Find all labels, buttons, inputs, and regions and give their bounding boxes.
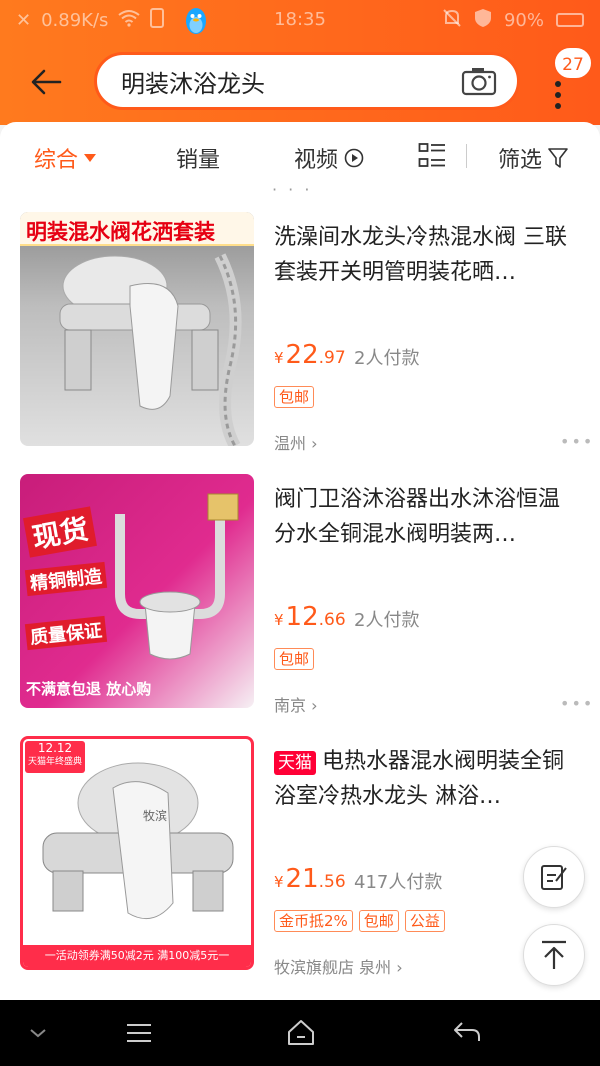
product-title: 洗澡间水龙头冷热混水阀 三联套装开关明管明装花晒… <box>274 225 567 285</box>
tag-coin-discount: 金币抵2% <box>274 910 353 932</box>
tab-divider <box>466 144 467 168</box>
chevron-right-icon: › <box>311 696 318 715</box>
location-text: 南京 <box>274 696 307 715</box>
item-more-icon[interactable]: ••• <box>560 694 594 713</box>
product-image: 明装混水阀花洒套装 <box>20 212 254 446</box>
edit-note-icon <box>541 865 567 890</box>
tag-free-shipping: 包邮 <box>274 648 315 670</box>
feedback-button[interactable] <box>523 846 585 908</box>
tag-charity: 公益 <box>404 910 445 932</box>
search-header: 明装沐浴龙头 27 <box>0 44 600 124</box>
valve-illustration <box>115 493 239 660</box>
location-text: 温州 <box>274 434 307 453</box>
tab-filter-label: 筛选 <box>498 148 543 173</box>
location-link[interactable]: 温州 › <box>274 430 318 454</box>
product-image: 12.12 天猫年终盛典 牧滨 一活动领券满50减2元 满100减5元一 <box>20 736 254 970</box>
sort-tabs: 综合 销量 视频 筛选 · · · <box>0 122 600 199</box>
chevron-right-icon: › <box>311 434 318 453</box>
chevron-right-icon: › <box>396 958 403 977</box>
status-bar: ✕ 0.89K/s 18:35 90% <box>0 0 600 40</box>
chevron-down-icon[interactable] <box>28 1026 48 1040</box>
tag-list: 金币抵2% 包邮 公益 <box>274 910 445 932</box>
price-integer: 21 <box>285 864 319 894</box>
menu-icon[interactable] <box>126 1022 152 1044</box>
price-symbol: ¥ <box>274 873 284 891</box>
image-caption-copper: 精铜制造 <box>24 561 108 597</box>
tab-sales[interactable]: 销量 <box>176 142 220 174</box>
tab-video-label: 视频 <box>294 148 339 173</box>
tab-video[interactable]: 视频 <box>294 142 364 174</box>
home-icon[interactable] <box>286 1018 316 1046</box>
play-circle-icon <box>344 148 364 168</box>
top-bar: ✕ 0.89K/s 18:35 90% 明装沐浴龙头 27 <box>0 0 600 125</box>
price-decimal: .56 <box>318 872 346 892</box>
tab-sales-label: 销量 <box>176 148 221 173</box>
image-caption: 明装混水阀花洒套装 <box>26 220 215 244</box>
product-item[interactable]: 12.12 天猫年终盛典 牧滨 一活动领券满50减2元 满100减5元一 天猫电… <box>0 736 600 977</box>
image-caption-stock: 现货 <box>23 506 97 558</box>
item-more-icon[interactable]: ••• <box>560 432 594 451</box>
product-title: 天猫 电热水器混水阀明装全铜浴室冷热水龙头 淋浴… <box>274 744 574 816</box>
product-item[interactable]: 现货 精铜制造 质量保证 不满意包退 放心购 阀门卫浴沐浴器出水沐浴恒温分水全铜… <box>0 474 600 715</box>
store-location-text: 牧滨旗舰店 泉州 <box>274 958 392 977</box>
search-query: 明装沐浴龙头 <box>121 69 265 98</box>
tab-all[interactable]: 综合 <box>34 142 97 174</box>
back-to-top-button[interactable] <box>523 924 585 986</box>
tag-free-shipping: 包邮 <box>358 910 399 932</box>
price-decimal: .97 <box>318 348 346 368</box>
tag-list: 包邮 <box>274 386 315 408</box>
location-link[interactable]: 南京 › <box>274 692 318 716</box>
results-panel: 综合 销量 视频 筛选 · · · 明装混水阀花洒套装 洗澡间水龙头冷热混水阀 … <box>0 122 600 1000</box>
product-price: ¥ 21 .56 <box>274 864 346 894</box>
image-caption-quality: 质量保证 <box>24 615 108 651</box>
sales-count: 417人付款 <box>354 872 443 893</box>
mixing-valve-illustration <box>42 762 234 920</box>
product-price: ¥ 12 .66 <box>274 602 346 632</box>
price-integer: 12 <box>285 602 319 632</box>
filter-icon <box>548 148 568 168</box>
brand-mark: 牧滨 <box>143 809 168 823</box>
sales-count: 2人付款 <box>354 610 420 631</box>
price-decimal: .66 <box>318 610 346 630</box>
price-symbol: ¥ <box>274 349 284 367</box>
promo-footer: 一活动领券满50减2元 满100减5元一 <box>23 945 251 967</box>
tmall-badge: 天猫 <box>274 751 316 775</box>
sales-count: 2人付款 <box>354 348 420 369</box>
caret-down-icon <box>84 154 97 162</box>
clock: 18:35 <box>274 9 326 30</box>
product-item[interactable]: 明装混水阀花洒套装 洗澡间水龙头冷热混水阀 三联套装开关明管明装花晒… ¥ 22… <box>0 212 600 453</box>
image-caption-return: 不满意包退 放心购 <box>26 680 152 698</box>
camera-icon[interactable] <box>461 66 497 96</box>
price-symbol: ¥ <box>274 611 284 629</box>
store-link[interactable]: 牧滨旗舰店 泉州 › <box>274 954 403 978</box>
product-title: 阀门卫浴沐浴器出水沐浴恒温分水全铜混水阀明装两… <box>274 487 561 547</box>
faucet-illustration <box>59 253 242 446</box>
back-arrow-icon[interactable] <box>28 64 64 100</box>
notification-badge: 27 <box>553 46 593 80</box>
product-title-text: 电热水器混水阀明装全铜浴室冷热水龙头 淋浴… <box>274 749 565 809</box>
tab-all-label: 综合 <box>34 148 79 173</box>
product-price: ¥ 22 .97 <box>274 340 346 370</box>
tab-filter[interactable]: 筛选 <box>498 142 568 174</box>
tag-list: 包邮 <box>274 648 315 670</box>
price-integer: 22 <box>285 340 319 370</box>
back-icon[interactable] <box>452 1020 482 1044</box>
search-input[interactable]: 明装沐浴龙头 <box>94 52 520 110</box>
system-nav-bar <box>0 1000 600 1066</box>
list-view-icon[interactable] <box>418 142 446 170</box>
tag-free-shipping: 包邮 <box>274 386 315 408</box>
arrow-up-icon <box>542 940 566 969</box>
truncated-dots: · · · <box>272 180 313 199</box>
product-image: 现货 精铜制造 质量保证 不满意包退 放心购 <box>20 474 254 708</box>
